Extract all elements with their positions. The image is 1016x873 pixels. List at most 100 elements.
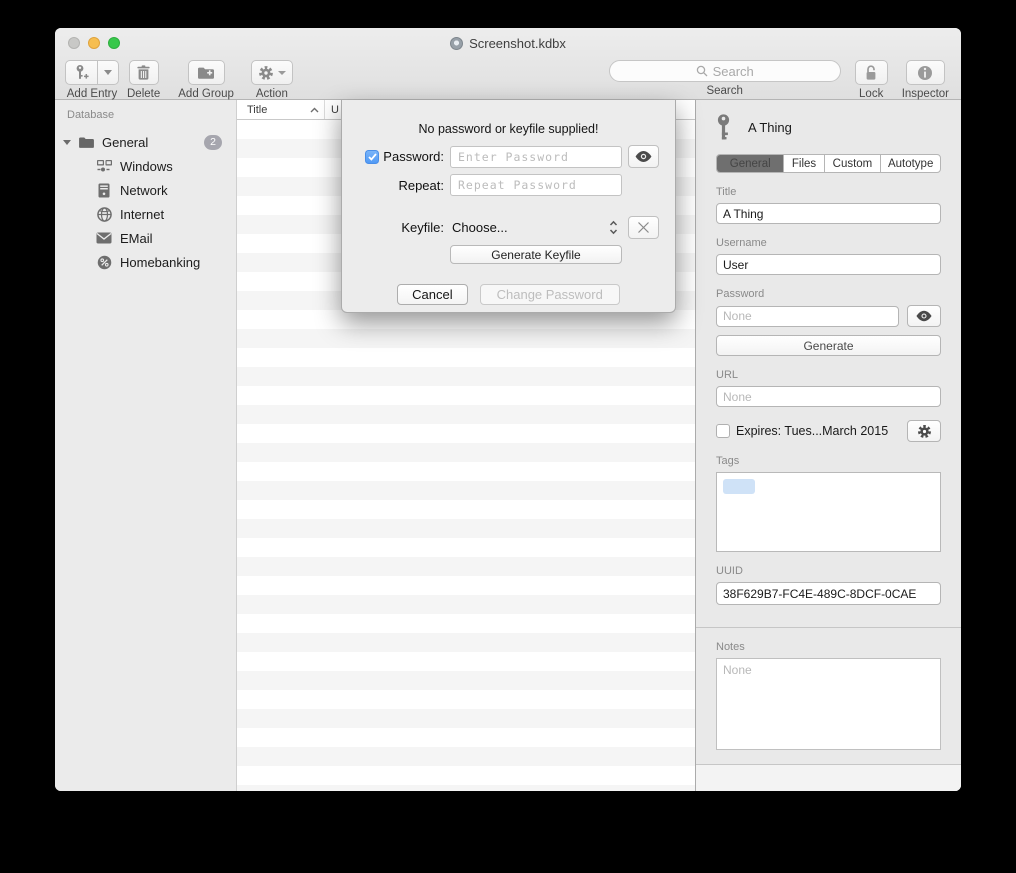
uuid-field[interactable] bbox=[716, 582, 941, 605]
windows-network-icon bbox=[95, 159, 113, 173]
title-field-label: Title bbox=[716, 186, 941, 198]
sidebar-item-label: Internet bbox=[120, 207, 164, 222]
delete-group: Delete bbox=[127, 60, 160, 100]
enter-password-field[interactable] bbox=[450, 146, 622, 168]
sidebar-item-windows[interactable]: Windows bbox=[55, 154, 236, 178]
chevron-down-icon bbox=[104, 70, 112, 75]
disclosure-triangle-icon[interactable] bbox=[63, 140, 71, 145]
column-username-label: U bbox=[331, 104, 339, 116]
divider bbox=[696, 627, 961, 628]
column-header-title[interactable]: Title bbox=[237, 100, 325, 119]
password-field[interactable] bbox=[716, 306, 899, 327]
inspector-label: Inspector bbox=[902, 88, 949, 100]
search-input[interactable]: Search bbox=[609, 60, 841, 82]
generate-password-button[interactable]: Generate bbox=[716, 335, 941, 356]
entry-count-badge: 2 bbox=[204, 135, 222, 150]
sidebar-item-label: Windows bbox=[120, 159, 173, 174]
checkmark-icon bbox=[368, 153, 377, 161]
sidebar-item-internet[interactable]: Internet bbox=[55, 202, 236, 226]
window-chrome: Screenshot.kdbx bbox=[55, 28, 961, 100]
inspector-panel: A Thing General Files Custom Autotype Ti… bbox=[695, 100, 961, 791]
expires-label: Expires: Tues...March 2015 bbox=[736, 424, 888, 438]
search-label: Search bbox=[706, 85, 742, 97]
expires-checkbox[interactable] bbox=[716, 424, 730, 438]
toolbar: Add Entry Delete bbox=[55, 58, 961, 100]
sidebar-item-label: Homebanking bbox=[120, 255, 200, 270]
tab-general[interactable]: General bbox=[717, 155, 783, 172]
sort-ascending-icon bbox=[310, 107, 319, 113]
reveal-password-button[interactable] bbox=[907, 305, 941, 327]
tags-field[interactable] bbox=[716, 472, 941, 552]
expiry-settings-button[interactable] bbox=[907, 420, 941, 442]
add-entry-button[interactable] bbox=[65, 60, 98, 85]
password-checkbox[interactable] bbox=[365, 150, 379, 164]
sidebar-item-email[interactable]: EMail bbox=[55, 226, 236, 250]
close-x-icon bbox=[637, 221, 650, 234]
sheet-message: No password or keyfile supplied! bbox=[342, 122, 675, 136]
folder-icon bbox=[77, 136, 95, 149]
expires-row: Expires: Tues...March 2015 bbox=[716, 420, 941, 442]
add-group-group: Add Group bbox=[178, 60, 234, 100]
folder-plus-icon bbox=[197, 66, 215, 80]
reveal-password-button[interactable] bbox=[628, 145, 659, 168]
key-plus-icon bbox=[74, 64, 89, 81]
app-window: Screenshot.kdbx bbox=[55, 28, 961, 791]
inspector-button[interactable] bbox=[906, 60, 945, 85]
action-button[interactable] bbox=[251, 60, 293, 85]
generate-keyfile-button[interactable]: Generate Keyfile bbox=[450, 245, 622, 264]
entry-title: A Thing bbox=[748, 120, 792, 135]
tag-pill[interactable] bbox=[723, 479, 755, 494]
url-field-label: URL bbox=[716, 369, 941, 381]
lock-group: Lock bbox=[855, 60, 888, 100]
keyfile-popup-value: Choose... bbox=[452, 220, 508, 235]
sidebar-item-label: General bbox=[102, 135, 148, 150]
tab-custom[interactable]: Custom bbox=[824, 155, 881, 172]
title-bar[interactable]: Screenshot.kdbx bbox=[55, 28, 961, 58]
inspector-tabs: General Files Custom Autotype bbox=[716, 154, 941, 173]
inspector-toggle-group: Inspector bbox=[902, 60, 949, 100]
uuid-label: UUID bbox=[716, 565, 941, 577]
eye-icon bbox=[915, 310, 933, 322]
sidebar-item-homebanking[interactable]: Homebanking bbox=[55, 250, 236, 274]
change-password-button[interactable]: Change Password bbox=[480, 284, 620, 305]
keyfile-row-label: Keyfile: bbox=[342, 220, 444, 235]
keyfile-popup[interactable]: Choose... bbox=[450, 220, 622, 235]
change-password-sheet: No password or keyfile supplied! Passwor… bbox=[341, 100, 676, 313]
add-entry-group: Add Entry bbox=[65, 60, 119, 100]
username-field[interactable] bbox=[716, 254, 941, 275]
delete-button[interactable] bbox=[129, 60, 159, 85]
notes-field[interactable] bbox=[716, 658, 941, 750]
window-title: Screenshot.kdbx bbox=[469, 36, 566, 51]
sidebar-item-network[interactable]: Network bbox=[55, 178, 236, 202]
password-field-label: Password bbox=[716, 288, 941, 300]
window-title-group: Screenshot.kdbx bbox=[55, 28, 961, 58]
tags-label: Tags bbox=[716, 455, 941, 467]
username-field-label: Username bbox=[716, 237, 941, 249]
entry-header: A Thing bbox=[716, 114, 941, 141]
percent-circle-icon bbox=[95, 255, 113, 270]
search-placeholder: Search bbox=[713, 64, 754, 79]
chevron-down-icon bbox=[278, 71, 286, 75]
inspector-footer bbox=[696, 764, 961, 791]
notes-label: Notes bbox=[716, 641, 941, 653]
unlocked-padlock-icon bbox=[864, 65, 878, 81]
add-group-button[interactable] bbox=[188, 60, 225, 85]
title-field[interactable] bbox=[716, 203, 941, 224]
password-row-label: Password: bbox=[342, 149, 444, 164]
tab-files[interactable]: Files bbox=[783, 155, 823, 172]
sidebar-item-general[interactable]: General 2 bbox=[55, 130, 236, 154]
search-group: Search Search bbox=[609, 60, 841, 97]
clear-keyfile-button[interactable] bbox=[628, 216, 659, 239]
globe-icon bbox=[95, 207, 113, 222]
repeat-row-label: Repeat: bbox=[342, 178, 444, 193]
cancel-button[interactable]: Cancel bbox=[397, 284, 467, 305]
popup-chevrons-icon bbox=[609, 220, 618, 235]
key-icon bbox=[716, 114, 731, 141]
url-field[interactable] bbox=[716, 386, 941, 407]
add-entry-dropdown-button[interactable] bbox=[98, 60, 119, 85]
column-header-username[interactable]: U bbox=[325, 104, 339, 116]
column-title-label: Title bbox=[247, 104, 267, 116]
tab-autotype[interactable]: Autotype bbox=[880, 155, 940, 172]
lock-button[interactable] bbox=[855, 60, 888, 85]
repeat-password-field[interactable] bbox=[450, 174, 622, 196]
